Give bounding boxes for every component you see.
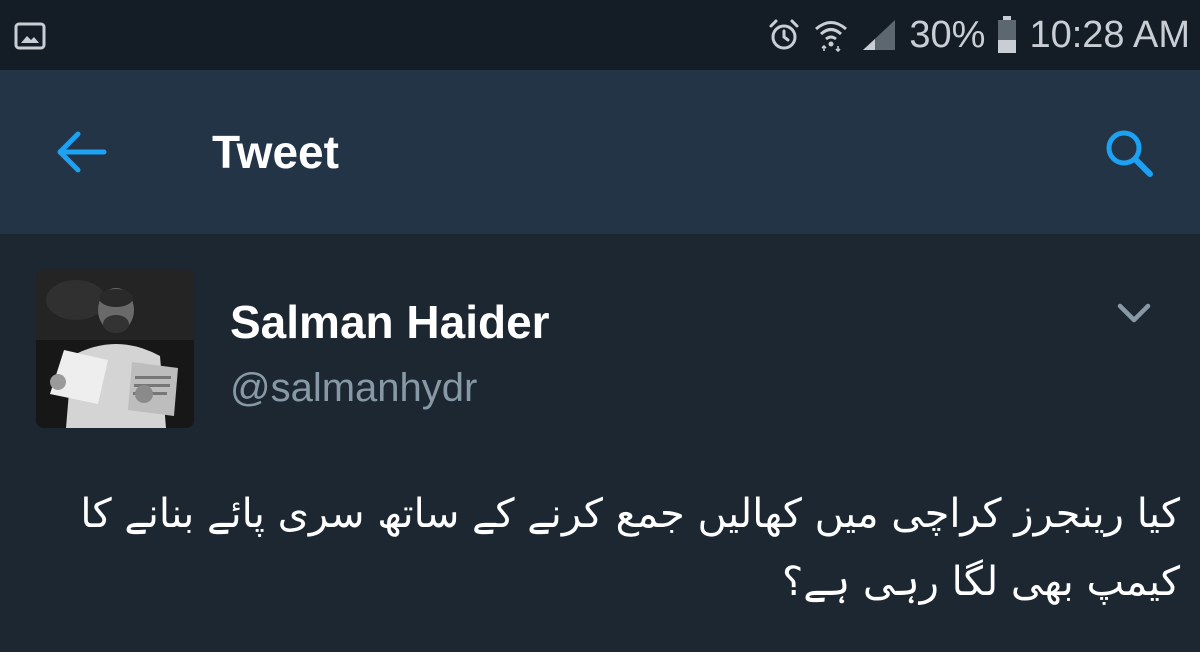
clock-time: 10:28 AM	[1029, 14, 1190, 56]
author-name[interactable]: Salman Haider	[230, 294, 550, 350]
avatar[interactable]	[36, 270, 194, 428]
signal-icon	[863, 20, 896, 50]
arrow-left-icon	[57, 131, 107, 173]
status-indicators: 30% 10:28 AM	[767, 10, 1190, 60]
back-button[interactable]	[50, 126, 114, 178]
tweet-text: کیا رینجرز کراچی میں کھالیں جمع کرنے کے …	[80, 491, 1180, 605]
author-handle[interactable]: @salmanhydr	[230, 362, 477, 414]
tweet-menu-button[interactable]	[1112, 298, 1156, 328]
avatar-photo	[36, 270, 194, 428]
tweet-card[interactable]: Salman Haider @salmanhydr کیا رینجرز کرا…	[0, 234, 1200, 652]
alarm-icon	[769, 19, 799, 50]
wifi-icon	[815, 21, 848, 53]
page-title: Tweet	[212, 126, 339, 178]
battery-percent: 30%	[909, 14, 986, 56]
image-icon	[14, 22, 46, 50]
status-bar: 30% 10:28 AM	[0, 0, 1200, 70]
search-icon	[1106, 130, 1153, 177]
search-button[interactable]	[1100, 124, 1160, 184]
app-bar: Tweet	[0, 70, 1200, 234]
chevron-down-icon	[1117, 303, 1151, 323]
battery-icon	[998, 16, 1017, 53]
